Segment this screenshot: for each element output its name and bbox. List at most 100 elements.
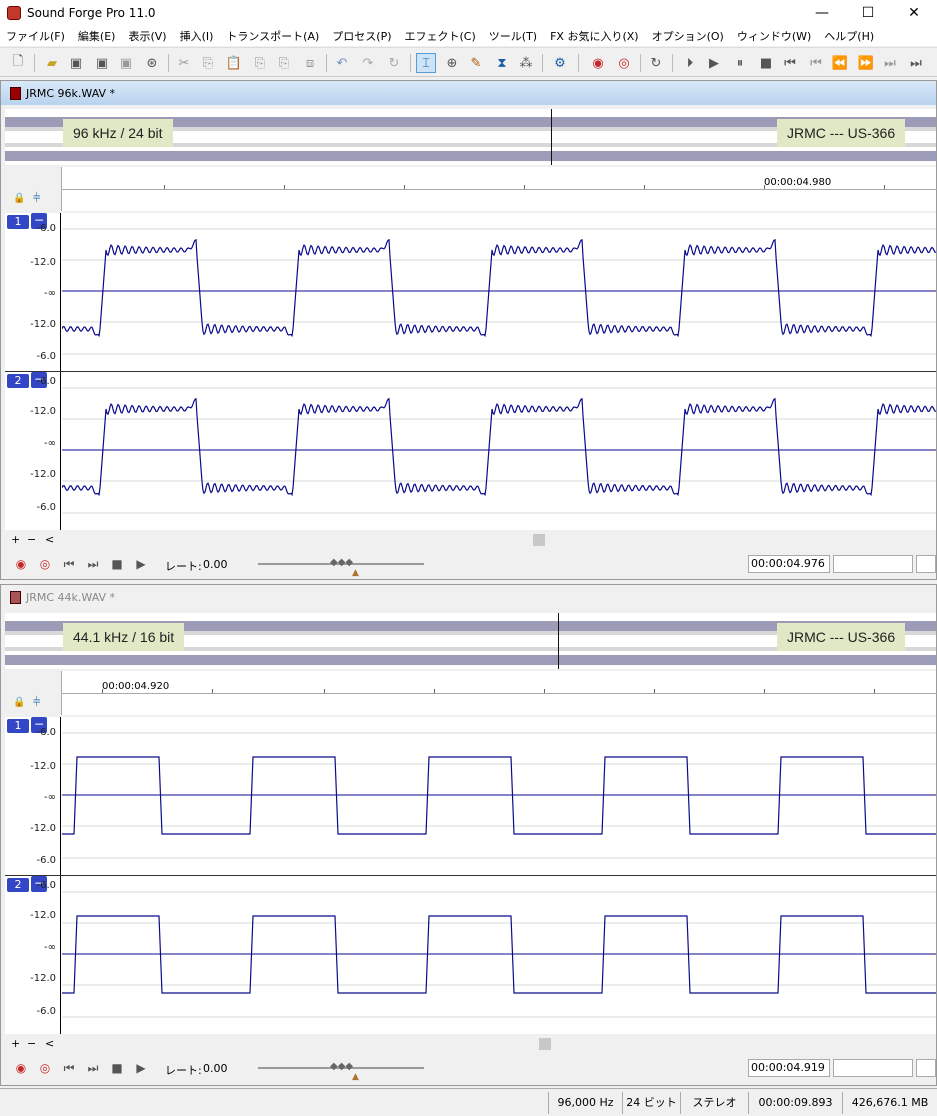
lock-icon[interactable]: 🔒 <box>13 193 25 204</box>
pause-icon[interactable]: ⏸ <box>730 53 750 73</box>
cursor-position-display[interactable]: 00:00:04.919 <box>748 1059 830 1077</box>
new-file-icon[interactable]: 🗋 <box>8 53 28 73</box>
channel-number-badge[interactable]: 1 <box>7 719 29 733</box>
scroll-left-button[interactable]: < <box>45 1037 54 1050</box>
zoom-out-button[interactable]: − <box>27 1037 36 1050</box>
play-icon[interactable]: ▶ <box>133 1060 149 1076</box>
horizontal-scrollbar[interactable]: + − < <box>5 1036 936 1052</box>
play-icon[interactable]: ▶ <box>133 556 149 572</box>
time-ruler[interactable]: 00:00:04.920 <box>61 671 937 715</box>
play-all-icon[interactable]: ⏵ <box>680 53 700 73</box>
paste-new-icon[interactable]: ⎘ <box>250 53 270 73</box>
repeat-icon[interactable]: ↻ <box>384 53 404 73</box>
save-all-icon[interactable]: ▣ <box>116 53 136 73</box>
menu-transport[interactable]: トランスポート(A) <box>226 28 319 44</box>
go-to-end-icon[interactable]: ⏭ <box>85 556 101 572</box>
menu-insert[interactable]: 挿入(I) <box>180 28 214 44</box>
previous-marker-icon[interactable]: ⏮ <box>806 53 826 73</box>
waveform-display[interactable] <box>62 213 936 371</box>
menu-file[interactable]: ファイル(F) <box>6 28 65 44</box>
zoom-in-button[interactable]: + <box>11 533 20 546</box>
channel-number-badge[interactable]: 2 <box>7 878 29 892</box>
go-to-end-icon[interactable]: ⏭ <box>85 1060 101 1076</box>
zoom-in-button[interactable]: + <box>11 1037 20 1050</box>
redo-icon[interactable]: ↷ <box>358 53 378 73</box>
length-display[interactable] <box>916 555 936 573</box>
record-options-icon[interactable]: ◎ <box>37 556 53 572</box>
channel-1[interactable]: 1 − -6.0 -12.0 -∞ -12.0 -6.0 <box>5 717 936 875</box>
data-window-titlebar[interactable]: JRMC 44k.WAV * <box>1 585 936 609</box>
channel-2[interactable]: 2 − -6.0 -12.0 -∞ -12.0 -6.0 <box>5 372 936 530</box>
data-window-titlebar[interactable]: JRMC 96k.WAV * <box>1 81 936 105</box>
menu-edit[interactable]: 編集(E) <box>78 28 116 44</box>
record-options-icon[interactable]: ◎ <box>37 1060 53 1076</box>
trim-icon[interactable]: ⧈ <box>300 53 320 73</box>
record-icon[interactable]: ◉ <box>13 556 29 572</box>
waveform-display[interactable] <box>62 717 936 875</box>
rewind-icon[interactable]: ⏪ <box>830 53 850 73</box>
go-to-start-icon[interactable]: ⏮ <box>61 1060 77 1076</box>
fast-forward-icon[interactable]: ⏩ <box>856 53 876 73</box>
go-to-end-icon[interactable]: ⏭ <box>906 53 926 73</box>
undo-icon[interactable]: ↶ <box>332 53 352 73</box>
render-icon[interactable]: ⊛ <box>142 53 162 73</box>
menu-effects[interactable]: エフェクト(C) <box>405 28 476 44</box>
data-window-96k[interactable]: JRMC 96k.WAV * 96 kHz / 24 bit JRMC --- … <box>0 80 937 580</box>
scroll-left-button[interactable]: < <box>45 533 54 546</box>
menu-tools[interactable]: ツール(T) <box>489 28 537 44</box>
waveform-display[interactable] <box>62 372 936 530</box>
cut-icon[interactable]: ✂ <box>174 53 194 73</box>
record-icon[interactable]: ◉ <box>13 1060 29 1076</box>
waveform-display[interactable] <box>62 876 936 1034</box>
stop-icon[interactable]: ■ <box>109 1060 125 1076</box>
record-options-icon[interactable]: ◎ <box>614 53 634 73</box>
menu-fx-favorites[interactable]: FX お気に入り(X) <box>550 28 638 44</box>
copy-icon[interactable]: ⎘ <box>198 53 218 73</box>
channel-number-badge[interactable]: 1 <box>7 215 29 229</box>
plugin-chooser-icon[interactable]: ⚙ <box>550 53 570 73</box>
pencil-tool-icon[interactable]: ✎ <box>466 53 486 73</box>
close-button[interactable]: ✕ <box>891 0 937 26</box>
next-marker-icon[interactable]: ⏭ <box>880 53 900 73</box>
play-icon[interactable]: ▶ <box>704 53 724 73</box>
menu-view[interactable]: 表示(V) <box>128 28 166 44</box>
event-tool-icon[interactable]: ⧗ <box>492 53 512 73</box>
stop-icon[interactable]: ■ <box>756 53 776 73</box>
menu-window[interactable]: ウィンドウ(W) <box>737 28 811 44</box>
go-to-start-icon[interactable]: ⏮ <box>61 556 77 572</box>
maximize-button[interactable]: ☐ <box>845 0 891 26</box>
overview-bar[interactable]: 44.1 kHz / 16 bit JRMC --- US-366 <box>5 613 936 669</box>
envelope-tool-icon[interactable]: ⁂ <box>516 53 536 73</box>
length-display[interactable] <box>916 1059 936 1077</box>
record-icon[interactable]: ◉ <box>588 53 608 73</box>
time-ruler[interactable]: 00:00:04.980 <box>61 167 937 211</box>
menu-process[interactable]: プロセス(P) <box>332 28 391 44</box>
menu-help[interactable]: ヘルプ(H) <box>824 28 874 44</box>
overview-bar[interactable]: 96 kHz / 24 bit JRMC --- US-366 <box>5 109 936 165</box>
cursor-position-display[interactable]: 00:00:04.976 <box>748 555 830 573</box>
save-icon[interactable]: ▣ <box>66 53 86 73</box>
channel-number-badge[interactable]: 2 <box>7 374 29 388</box>
snap-icon[interactable]: ⫩ <box>33 191 40 206</box>
lock-icon[interactable]: 🔒 <box>13 697 25 708</box>
zoom-out-button[interactable]: − <box>27 533 36 546</box>
channel-1[interactable]: 1 − -6.0 -12.0 -∞ -12.0 -6.0 <box>5 213 936 371</box>
rate-slider-knob[interactable]: ◆◆◆ <box>330 1061 354 1073</box>
data-window-44k[interactable]: JRMC 44k.WAV * 44.1 kHz / 16 bit JRMC --… <box>0 584 937 1086</box>
scrollbar-thumb[interactable] <box>539 1038 551 1050</box>
menu-options[interactable]: オプション(O) <box>652 28 724 44</box>
go-to-start-icon[interactable]: ⏮ <box>780 53 800 73</box>
rate-slider-knob[interactable]: ◆◆◆ <box>330 557 354 569</box>
paste-icon[interactable]: 📋 <box>224 53 244 73</box>
minimize-button[interactable]: — <box>799 0 845 26</box>
selection-display[interactable] <box>833 1059 913 1077</box>
horizontal-scrollbar[interactable]: + − < <box>5 532 936 548</box>
stop-icon[interactable]: ■ <box>109 556 125 572</box>
scrollbar-thumb[interactable] <box>533 534 545 546</box>
magnify-tool-icon[interactable]: ⊕ <box>442 53 462 73</box>
loop-icon[interactable]: ↻ <box>646 53 666 73</box>
channel-2[interactable]: 2 − -6.0 -12.0 -∞ -12.0 -6.0 <box>5 876 936 1034</box>
edit-tool-icon[interactable]: ⌶ <box>416 53 436 73</box>
save-as-icon[interactable]: ▣ <box>92 53 112 73</box>
mix-icon[interactable]: ⎘ <box>274 53 294 73</box>
